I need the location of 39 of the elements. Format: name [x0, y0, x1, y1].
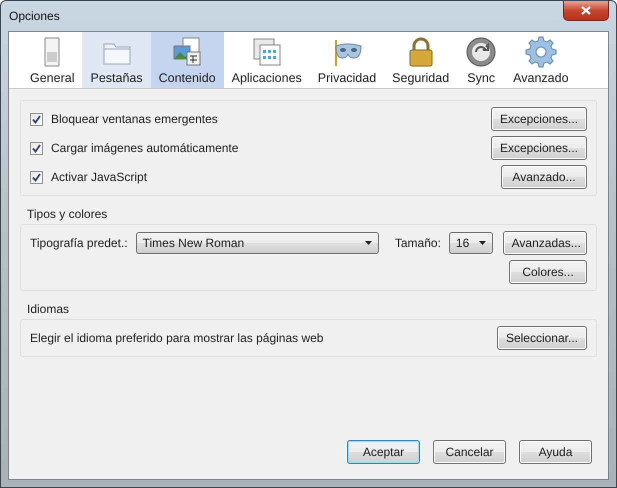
toolbar-tab[interactable]: Sync [457, 32, 506, 88]
checkbox[interactable] [30, 142, 43, 154]
caret-icon [478, 241, 486, 245]
caret-icon [364, 241, 372, 245]
toolbar-tab[interactable]: Avanzado [505, 32, 577, 88]
checkbox-label: Cargar imágenes automáticamente [51, 141, 240, 155]
toolbar-tab[interactable]: Privacidad [310, 32, 384, 88]
font-dropdown[interactable]: Times New Roman [136, 232, 379, 254]
close-button[interactable] [563, 1, 609, 21]
group-title: Tipos y colores [26, 207, 108, 221]
options-button[interactable]: Excepciones... [490, 136, 587, 160]
document-picture-icon [171, 36, 204, 68]
group-title: Idiomas [26, 302, 70, 316]
dialog-button[interactable]: Cancelar [433, 440, 506, 464]
toolbar-tab[interactable]: General [22, 32, 82, 88]
size-dropdown[interactable]: 16 [448, 232, 493, 254]
checkbox-label: Bloquear ventanas emergentes [51, 112, 219, 126]
colors-button[interactable]: Colores... [509, 260, 587, 284]
checkbox-label: Activar JavaScript [51, 170, 148, 184]
application-window-icon [250, 36, 283, 68]
gear-icon [524, 36, 557, 68]
options-button[interactable]: Avanzado... [501, 165, 587, 189]
checkbox[interactable] [30, 112, 43, 126]
window-title: Opciones [8, 9, 60, 23]
advanced-fonts-button[interactable]: Avanzadas... [502, 231, 587, 255]
select-language-button[interactable]: Seleccionar... [496, 326, 587, 350]
sync-icon [465, 36, 498, 68]
dialog-button[interactable]: Ayuda [519, 440, 592, 464]
checkbox[interactable] [30, 170, 43, 184]
size-label: Tamaño: [394, 236, 441, 250]
toolbar-tab[interactable]: Contenido [150, 32, 224, 88]
font-label: Tipografía predet.: [30, 236, 128, 250]
toolbar-tab[interactable]: Seguridad [384, 32, 458, 88]
close-icon [581, 6, 591, 15]
options-button[interactable]: Excepciones... [490, 107, 587, 131]
toolbar-tab[interactable]: Pestañas [82, 32, 151, 88]
toolbar-tab[interactable]: Aplicaciones [224, 32, 310, 88]
dialog-button[interactable]: Aceptar [347, 440, 420, 464]
languages-text: Elegir el idioma preferido para mostrar las páginas web [30, 331, 324, 345]
